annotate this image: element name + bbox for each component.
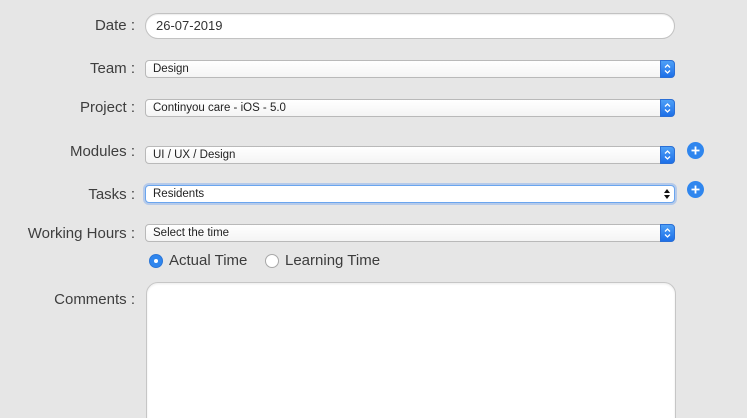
learning-time-radio[interactable]: Learning Time [265,252,380,269]
learning-time-label: Learning Time [285,252,381,269]
date-input[interactable]: 26-07-2019 [145,13,675,39]
chevron-up-down-icon [660,99,675,117]
actual-time-radio[interactable]: Actual Time [149,252,247,269]
comments-label: Comments : [54,291,135,308]
modules-label: Modules : [69,143,135,160]
chevron-up-down-icon [660,60,675,78]
project-label: Project : [79,99,135,116]
team-select-value: Design [153,63,189,75]
working-hours-select[interactable]: Select the time [145,224,675,242]
tasks-select-value: Residents [153,188,205,200]
plus-circle-icon [691,146,700,155]
radio-selected-icon [149,253,163,268]
add-module-button[interactable] [687,142,704,159]
modules-select-value: UI / UX / Design [153,149,236,161]
plus-circle-icon [691,185,700,194]
actual-time-label: Actual Time [169,252,248,269]
tasks-label: Tasks : [88,186,135,203]
working-hours-label: Working Hours : [27,225,135,242]
team-select[interactable]: Design [145,60,675,78]
radio-unselected-icon [265,253,279,268]
team-label: Team : [89,60,135,77]
project-select[interactable]: Continyou care - iOS - 5.0 [145,99,675,117]
timesheet-form: Date : 26-07-2019 Team : Design Project … [0,0,747,418]
modules-select[interactable]: UI / UX / Design [145,146,675,164]
chevron-up-down-icon [660,224,675,242]
tasks-select[interactable]: Residents [145,185,675,203]
chevron-up-down-icon [663,187,671,201]
chevron-up-down-icon [660,146,675,164]
comments-textarea[interactable] [146,282,676,418]
date-label: Date : [94,17,135,34]
project-select-value: Continyou care - iOS - 5.0 [153,102,286,114]
add-task-button[interactable] [687,181,704,198]
working-hours-select-value: Select the time [153,227,230,239]
